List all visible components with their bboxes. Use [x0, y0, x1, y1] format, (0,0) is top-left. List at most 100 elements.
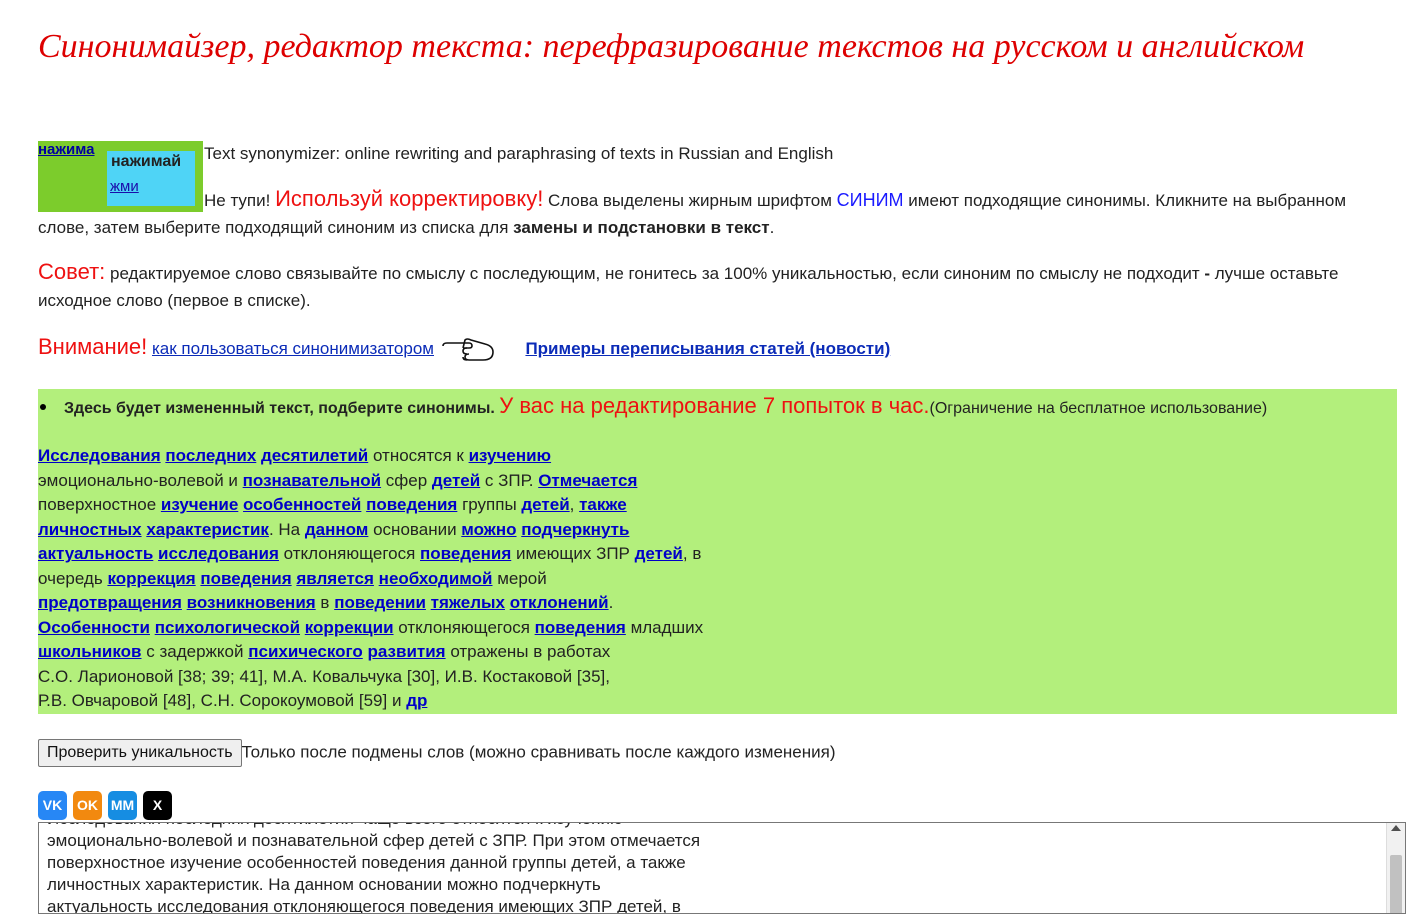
- textarea-line: поверхностное изучение особенностей пове…: [47, 853, 686, 872]
- synonym-word-link[interactable]: детей: [521, 495, 569, 514]
- bullet-icon: [40, 404, 46, 411]
- vk-share-icon[interactable]: VK: [38, 791, 67, 820]
- odnoklassniki-share-icon[interactable]: OK: [73, 791, 102, 820]
- synonym-word-link[interactable]: особенностей: [243, 495, 361, 514]
- tip-label: Совет:: [38, 259, 106, 284]
- plain-text: сфер: [381, 470, 432, 490]
- plain-text: имеющих ЗПР: [511, 544, 635, 563]
- synonym-word-link[interactable]: десятилетий: [261, 446, 368, 465]
- synonym-word-link[interactable]: последних: [165, 446, 256, 465]
- plain-text: поверхностное: [38, 495, 161, 514]
- plain-text: , в: [682, 544, 702, 563]
- plain-text: ,: [569, 495, 580, 514]
- plain-text: в: [315, 593, 335, 612]
- promo-box-label: нажимай: [111, 153, 182, 170]
- synonym-word-link[interactable]: психологической: [155, 618, 300, 637]
- plain-text: отражены в работах: [445, 642, 611, 661]
- synonym-word-link[interactable]: поведения: [535, 618, 626, 637]
- synonym-word-link[interactable]: подчеркнуть: [521, 520, 629, 539]
- synonym-word-link[interactable]: данном: [305, 520, 369, 539]
- synonym-word-link[interactable]: личностных: [38, 520, 142, 539]
- synonym-word-link[interactable]: коррекции: [305, 618, 394, 637]
- plain-text: .: [608, 593, 614, 612]
- plain-text: основании: [368, 519, 462, 539]
- check-note: Только после подмены слов (можно сравнив…: [241, 742, 836, 762]
- result-notice: Здесь будет измененный текст, подберите …: [38, 393, 1267, 419]
- plain-text: с задержкой: [141, 642, 249, 661]
- synonym-word-link[interactable]: Исследования: [38, 446, 161, 465]
- plain-text: мерой: [492, 568, 547, 588]
- scroll-thumb[interactable]: [1390, 855, 1402, 913]
- synonym-word-link[interactable]: поведении: [334, 593, 426, 612]
- result-panel: Здесь будет измененный текст, подберите …: [38, 389, 1397, 714]
- textarea-line: эмоционально-волевой и познавательной сф…: [47, 831, 701, 850]
- synonym-word-link[interactable]: психического: [248, 642, 363, 661]
- synonym-word-link[interactable]: актуальность: [38, 544, 153, 563]
- plain-text: эмоционально-волевой и: [38, 470, 243, 490]
- synonym-word-link[interactable]: школьников: [38, 642, 142, 661]
- page-subtitle: Text synonymizer: online rewriting and p…: [204, 144, 834, 163]
- intro-highlight: Используй корректировку!: [275, 186, 544, 211]
- how-to-use-link[interactable]: как пользоваться синонимизатором: [152, 339, 434, 358]
- plain-text: Р.В. Овчаровой [48], С.Н. Сорокоумовой […: [38, 691, 407, 710]
- synonym-word-link[interactable]: можно: [461, 520, 516, 539]
- synonym-word-link[interactable]: Отмечается: [538, 471, 637, 490]
- plain-text: младших: [625, 617, 704, 637]
- page-title: Синонимайзер, редактор текста: перефрази…: [38, 28, 1305, 65]
- synonym-text: Исследования последних десятилетий относ…: [38, 444, 738, 714]
- intro-blue-word: СИНИМ: [836, 190, 904, 210]
- plain-text: отклоняющегося: [278, 544, 421, 563]
- synonym-word-link[interactable]: поведения: [366, 495, 457, 514]
- check-row: Проверить уникальность Только после подме…: [38, 739, 836, 767]
- textarea-line: личностных характеристик. На данном осно…: [47, 875, 601, 894]
- textarea-line: Исследования последних десятилетий чаще …: [47, 823, 747, 830]
- plain-text: . На: [268, 519, 305, 539]
- scroll-up-icon[interactable]: [1391, 825, 1401, 831]
- source-textarea[interactable]: Исследования последних десятилетий чаще …: [38, 822, 1406, 914]
- notice-limit: (Ограничение на бесплатное использование…: [929, 400, 1268, 417]
- synonym-word-link[interactable]: поведения: [200, 569, 291, 588]
- plain-text: с ЗПР.: [480, 470, 539, 490]
- tip-text-1: редактируемое слово связывайте по смыслу…: [105, 264, 1205, 283]
- tip-paragraph: Совет: редактируемое слово связывайте по…: [38, 258, 1383, 314]
- synonym-word-link[interactable]: исследования: [158, 544, 279, 563]
- synonym-word-link[interactable]: возникновения: [187, 593, 316, 612]
- intro-end: .: [769, 218, 775, 237]
- mailru-share-icon[interactable]: MM: [108, 791, 137, 820]
- promo-top-link[interactable]: нажима: [38, 141, 106, 158]
- synonym-word-link[interactable]: является: [296, 569, 374, 588]
- synonym-word-link[interactable]: познавательной: [243, 471, 381, 490]
- examples-link[interactable]: Примеры переписывания статей (новости): [525, 339, 890, 358]
- intro-bold: замены и подстановки в текст: [513, 218, 770, 237]
- x-share-icon[interactable]: X: [143, 791, 172, 820]
- synonym-word-link[interactable]: детей: [432, 471, 480, 490]
- synonym-word-link[interactable]: развития: [368, 642, 446, 661]
- intro-text-1: Слова выделены жирным шрифтом: [543, 191, 837, 210]
- notice-attempts: У вас на редактирование 7 попыток в час.: [499, 393, 930, 418]
- synonym-word-link[interactable]: необходимой: [379, 569, 493, 588]
- intro-paragraph: Не тупи! Используй корректировку! Слова …: [38, 185, 1383, 241]
- pointing-hand-icon: [441, 337, 494, 361]
- synonym-word-link[interactable]: предотвращения: [38, 593, 182, 612]
- synonym-word-link[interactable]: др: [406, 691, 427, 710]
- intro-lead: Не тупи!: [204, 191, 276, 210]
- plain-text: отклоняющегося: [393, 617, 535, 637]
- attention-label: Внимание!: [38, 334, 148, 359]
- synonym-word-link[interactable]: коррекция: [107, 569, 195, 588]
- plain-text: С.О. Ларионовой [38; 39; 41], М.А. Ковал…: [38, 666, 610, 686]
- textarea-content[interactable]: Исследования последних десятилетий чаще …: [47, 823, 747, 913]
- notice-bold: Здесь будет измененный текст, подберите …: [64, 400, 495, 417]
- synonym-word-link[interactable]: изучению: [469, 446, 552, 465]
- check-uniqueness-button[interactable]: Проверить уникальность: [38, 739, 242, 767]
- synonym-word-link[interactable]: отклонений: [510, 593, 609, 612]
- synonym-word-link[interactable]: поведения: [420, 544, 511, 563]
- plain-text: очередь: [38, 568, 108, 588]
- synonym-word-link[interactable]: также: [579, 495, 627, 514]
- synonym-word-link[interactable]: изучение: [161, 495, 238, 514]
- synonym-word-link[interactable]: детей: [635, 544, 683, 563]
- share-buttons: VK OK MM X: [38, 791, 178, 821]
- plain-text: группы: [457, 495, 522, 514]
- synonym-word-link[interactable]: Особенности: [38, 618, 150, 637]
- synonym-word-link[interactable]: тяжелых: [431, 593, 505, 612]
- synonym-word-link[interactable]: характеристик: [146, 520, 269, 539]
